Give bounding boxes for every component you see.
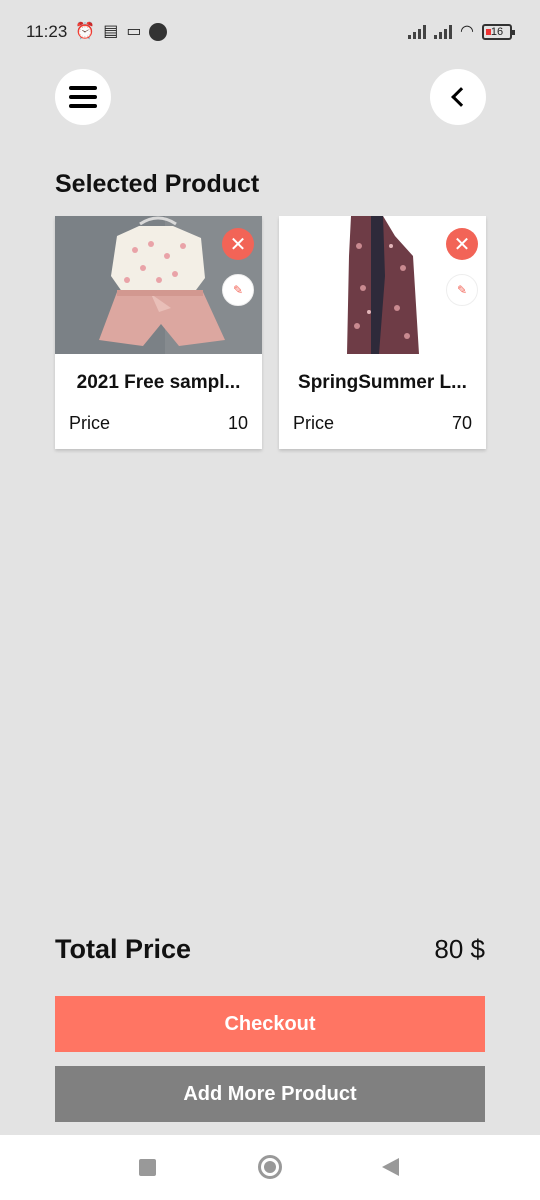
status-time: 11:23 xyxy=(26,22,68,41)
close-icon: ✕ xyxy=(229,233,247,256)
product-card[interactable]: ✕ ✎ 2021 Free sampl... Price 10 xyxy=(55,216,262,449)
back-triangle-icon[interactable] xyxy=(382,1158,399,1176)
product-card[interactable]: ✕ ✎ SpringSummer L... Price 70 xyxy=(279,216,486,449)
wifi-icon: ◠ xyxy=(460,23,474,40)
price-label: Price xyxy=(293,413,335,433)
product-image: ✕ ✎ xyxy=(279,216,486,354)
hamburger-menu-icon xyxy=(69,86,97,108)
remove-product-button[interactable]: ✕ xyxy=(222,228,254,260)
notification-icon: ▤ xyxy=(103,23,119,40)
price-value: 10 xyxy=(227,413,248,433)
battery-level: 16 xyxy=(490,26,504,38)
product-image: ✕ ✎ xyxy=(55,216,262,354)
product-name: SpringSummer L... xyxy=(298,372,467,393)
home-icon[interactable] xyxy=(258,1155,282,1179)
total-row: Total Price 80 $ xyxy=(55,934,485,965)
total-price-value: 80 $ xyxy=(434,934,485,964)
price-value: 70 xyxy=(451,413,472,433)
menu-button[interactable] xyxy=(55,69,111,125)
remove-product-button[interactable]: ✕ xyxy=(446,228,478,260)
price-label: Price xyxy=(69,413,111,433)
recording-dot-icon xyxy=(149,23,168,41)
back-button[interactable] xyxy=(430,69,486,125)
total-price-label: Total Price xyxy=(55,934,192,964)
close-icon: ✕ xyxy=(453,233,471,256)
product-price-row: Price 10 xyxy=(69,413,248,434)
add-more-product-button[interactable]: Add More Product xyxy=(55,1066,485,1122)
chevron-left-icon xyxy=(451,87,471,107)
battery-icon: 16 xyxy=(482,24,515,40)
product-price-row: Price 70 xyxy=(293,413,472,434)
recent-apps-icon[interactable] xyxy=(139,1159,156,1176)
product-name: 2021 Free sampl... xyxy=(76,372,241,393)
laptop-icon: ▭ xyxy=(126,23,142,40)
checkout-button[interactable]: Checkout xyxy=(55,996,485,1052)
signal-icon-2 xyxy=(434,25,453,39)
system-nav-bar xyxy=(0,1135,540,1200)
pencil-icon: ✎ xyxy=(232,283,244,297)
alarm-icon: ⏰ xyxy=(75,23,96,40)
status-right: ◠ 16 xyxy=(408,23,515,40)
section-title: Selected Product xyxy=(55,170,260,198)
pencil-icon: ✎ xyxy=(456,283,468,297)
signal-icon-1 xyxy=(408,25,427,39)
edit-product-button[interactable]: ✎ xyxy=(446,274,478,306)
status-left: 11:23 ⏰ ▤ ▭ xyxy=(26,22,168,42)
status-bar: 11:23 ⏰ ▤ ▭ ◠ 16 xyxy=(0,0,540,64)
edit-product-button[interactable]: ✎ xyxy=(222,274,254,306)
